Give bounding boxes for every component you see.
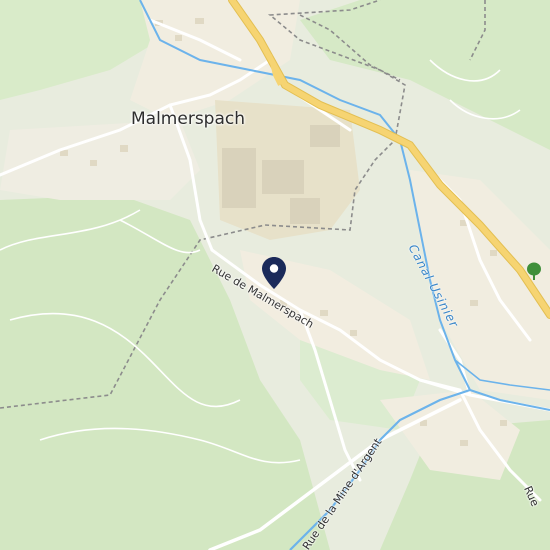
map-pin-icon[interactable]: [262, 257, 286, 289]
residential-west: [0, 120, 200, 200]
tree-icon[interactable]: [526, 262, 542, 280]
map-canvas[interactable]: Malmerspach Rue de Malmerspach Rue de la…: [0, 0, 550, 550]
